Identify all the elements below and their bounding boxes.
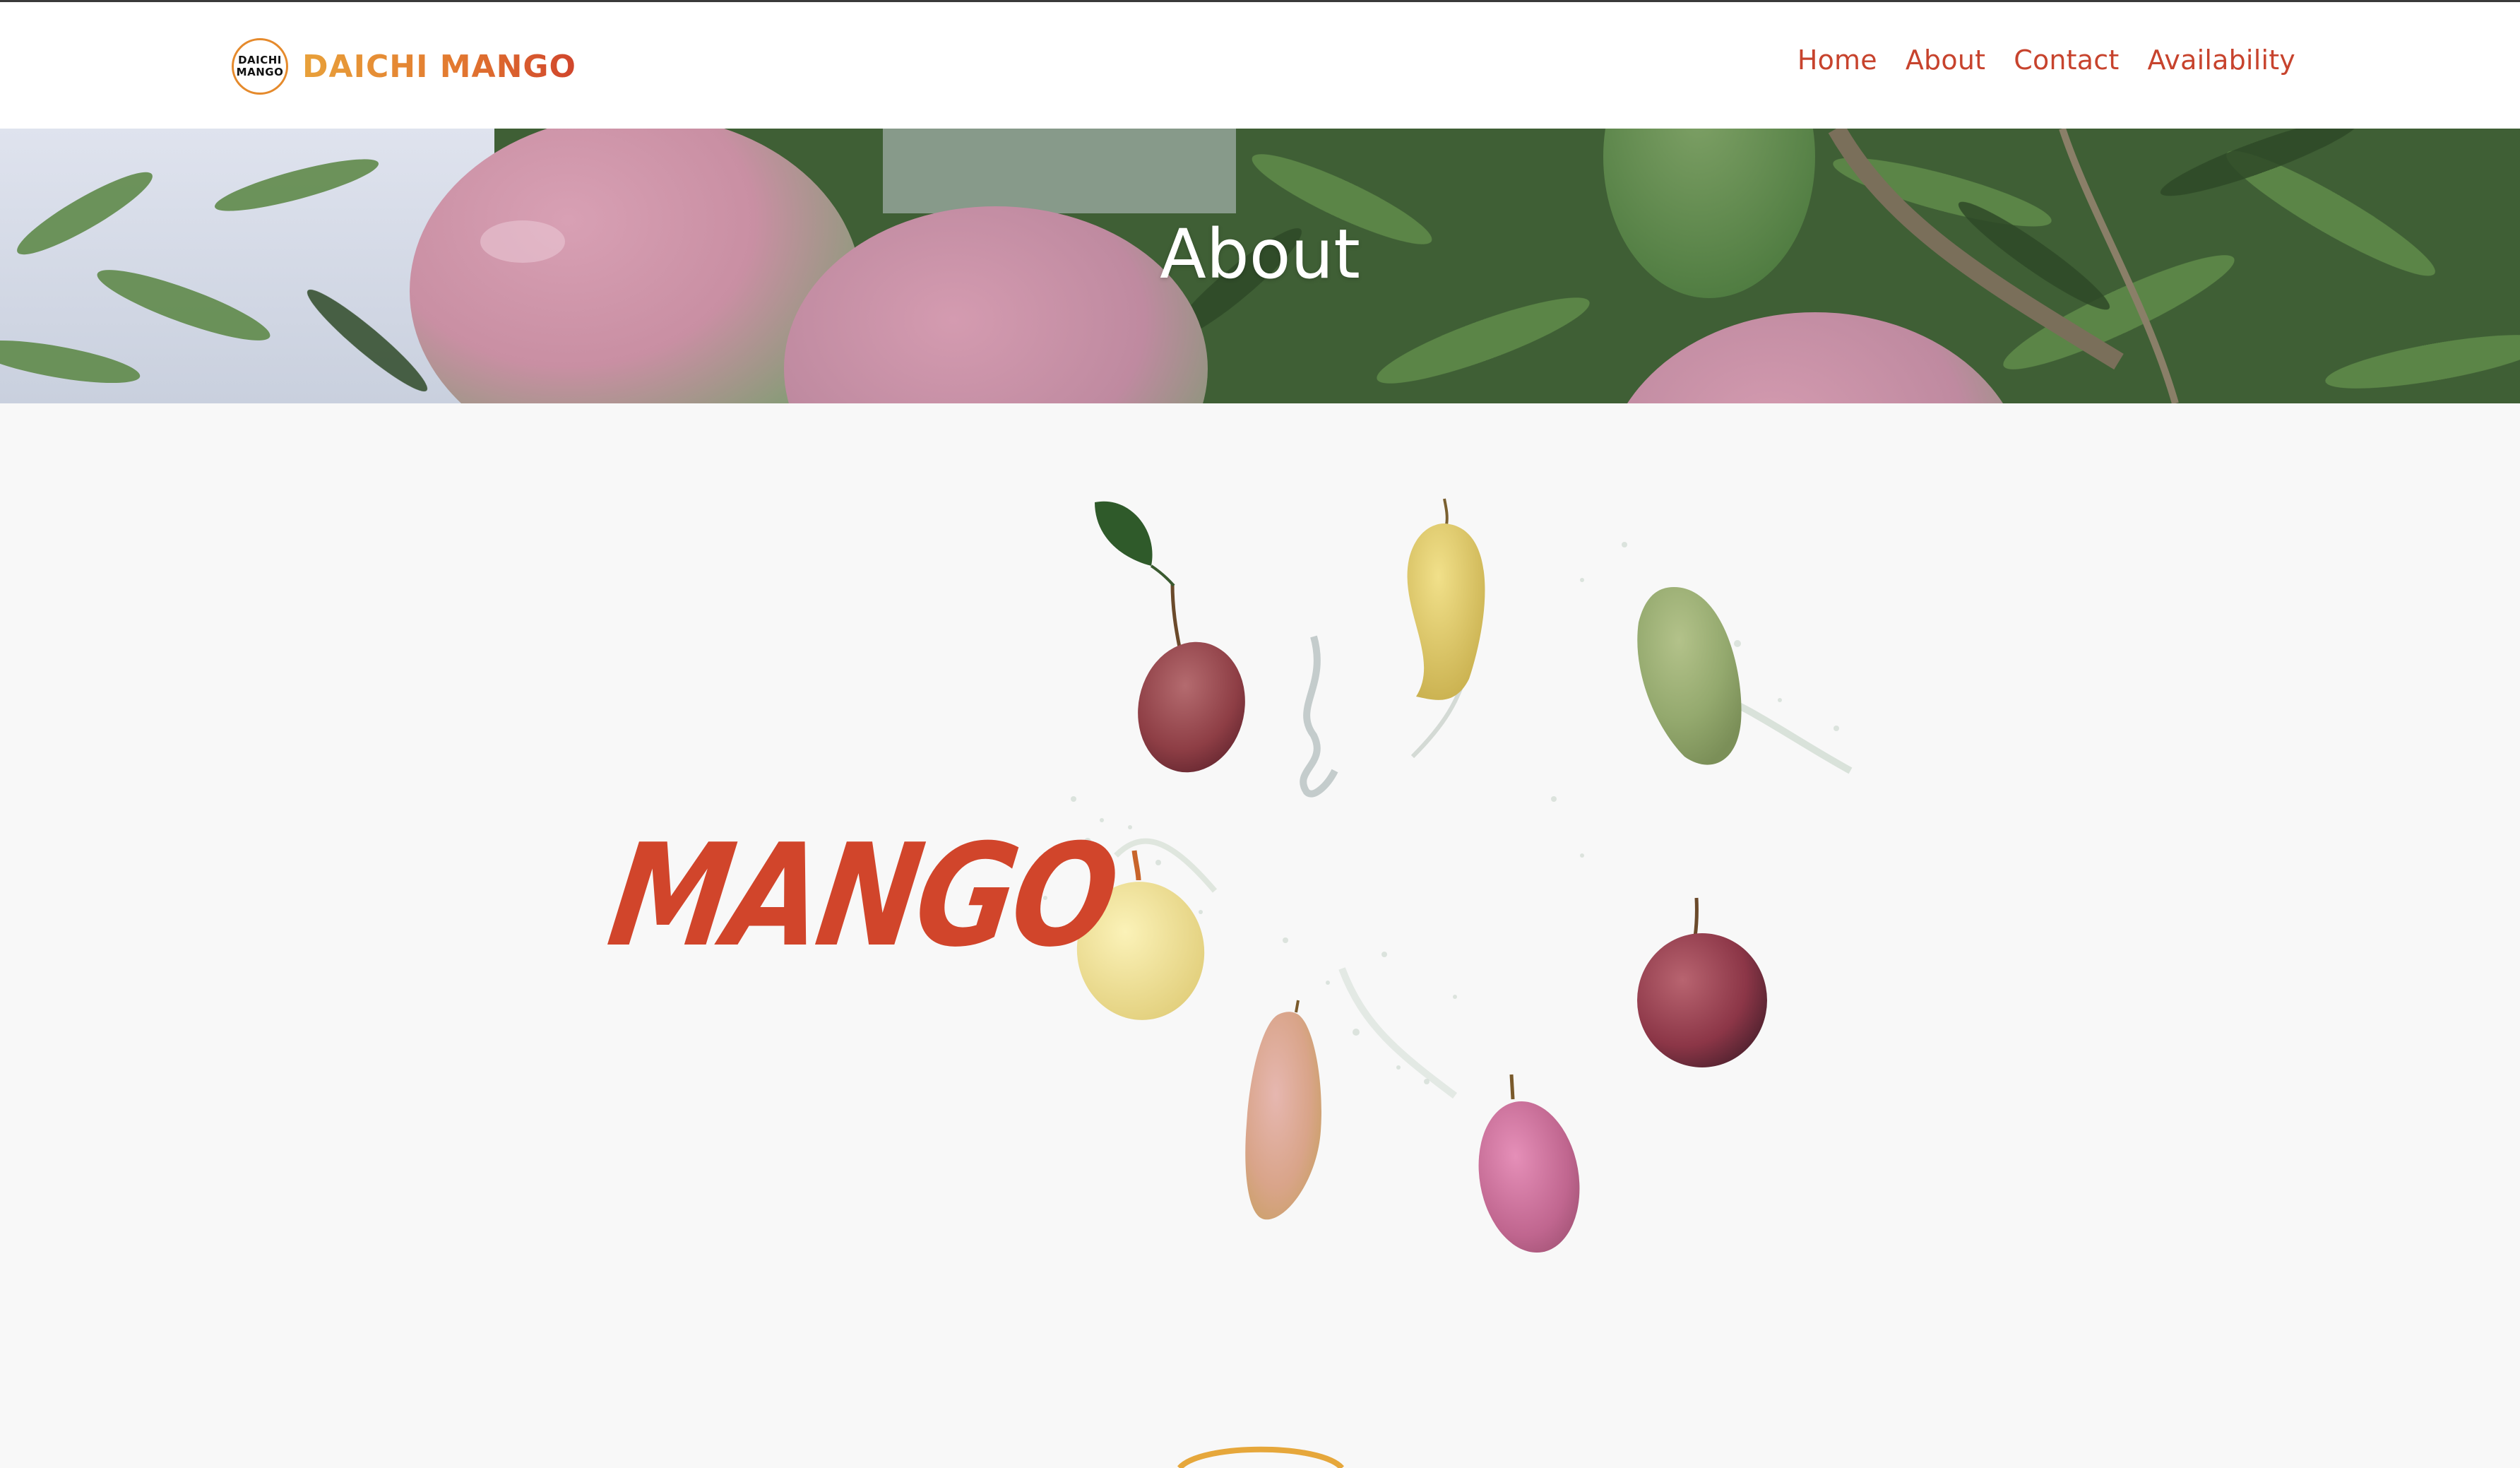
about-content: MANGO <box>0 403 2520 1468</box>
logo-badge-line1: DAICHI <box>238 54 282 66</box>
hero-banner: About <box>0 129 2520 403</box>
logo-text: DAICHI MANGO <box>302 48 576 85</box>
nav-link-availability[interactable]: Availability <box>2147 45 2295 76</box>
section-badge-icon <box>1177 1446 1345 1468</box>
nav-link-about[interactable]: About <box>1906 45 1985 76</box>
nav-link-contact[interactable]: Contact <box>2014 45 2119 76</box>
nav-link-home[interactable]: Home <box>1797 45 1877 76</box>
logo-badge-line2: MANGO <box>236 66 284 78</box>
site-header: DAICHI MANGO DAICHI MANGO Home About Con… <box>0 2 2520 129</box>
mango-headline: MANGO <box>600 814 1125 978</box>
mango-varieties-illustration <box>1043 498 1853 1253</box>
main-navigation: Home About Contact Availability <box>1797 45 2295 76</box>
hero-title: About <box>1160 215 1360 294</box>
logo-badge-icon: DAICHI MANGO <box>232 38 288 95</box>
site-logo-link[interactable]: DAICHI MANGO DAICHI MANGO <box>232 35 576 98</box>
